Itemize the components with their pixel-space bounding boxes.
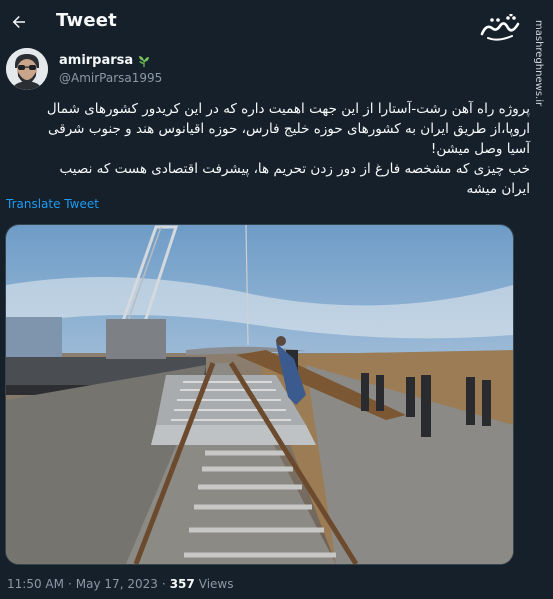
railway-construction-photo <box>6 225 513 564</box>
tweet-text-line: آسیا وصل میشن! <box>430 141 530 157</box>
back-button[interactable] <box>8 11 30 33</box>
tweet-text-line: اروپا،از طریق ایران به کشورهای حوزه خلیج… <box>48 121 530 137</box>
mashregh-logo <box>480 14 520 41</box>
tweet-header: Tweet <box>0 0 553 44</box>
author-handle[interactable]: @AmirParsa1995 <box>59 71 162 85</box>
page-title: Tweet <box>56 10 117 31</box>
tweet-meta: 11:50 AM · May 17, 2023 · 357 Views <box>7 577 233 591</box>
views-label: Views <box>198 577 234 591</box>
tweet-time[interactable]: 11:50 AM <box>7 577 64 591</box>
separator: · <box>161 577 166 591</box>
tweet-text-line: خب چیزی که مشخصه فارغ از دور زدن تحریم ه… <box>59 161 530 177</box>
author-display-name[interactable]: amirparsa <box>59 53 133 68</box>
separator: · <box>67 577 72 591</box>
tweet-photo[interactable] <box>5 224 514 565</box>
herb-icon <box>139 55 150 67</box>
tweet-text-line: پروژه راه آهن رشت-آستارا از این جهت اهمی… <box>46 101 530 117</box>
translate-tweet-link[interactable]: Translate Tweet <box>6 197 99 211</box>
avatar-portrait-icon <box>6 48 48 90</box>
views-count[interactable]: 357 <box>170 577 195 591</box>
arrow-left-icon <box>12 16 25 28</box>
avatar[interactable] <box>6 48 48 90</box>
tweet-text: پروژه راه آهن رشت-آستارا از این جهت اهمی… <box>8 99 530 199</box>
tweet-text-line: ایران میشه <box>466 181 531 197</box>
tweet-author: amirparsa @AmirParsa1995 <box>6 46 162 92</box>
tweet-date[interactable]: May 17, 2023 <box>76 577 158 591</box>
